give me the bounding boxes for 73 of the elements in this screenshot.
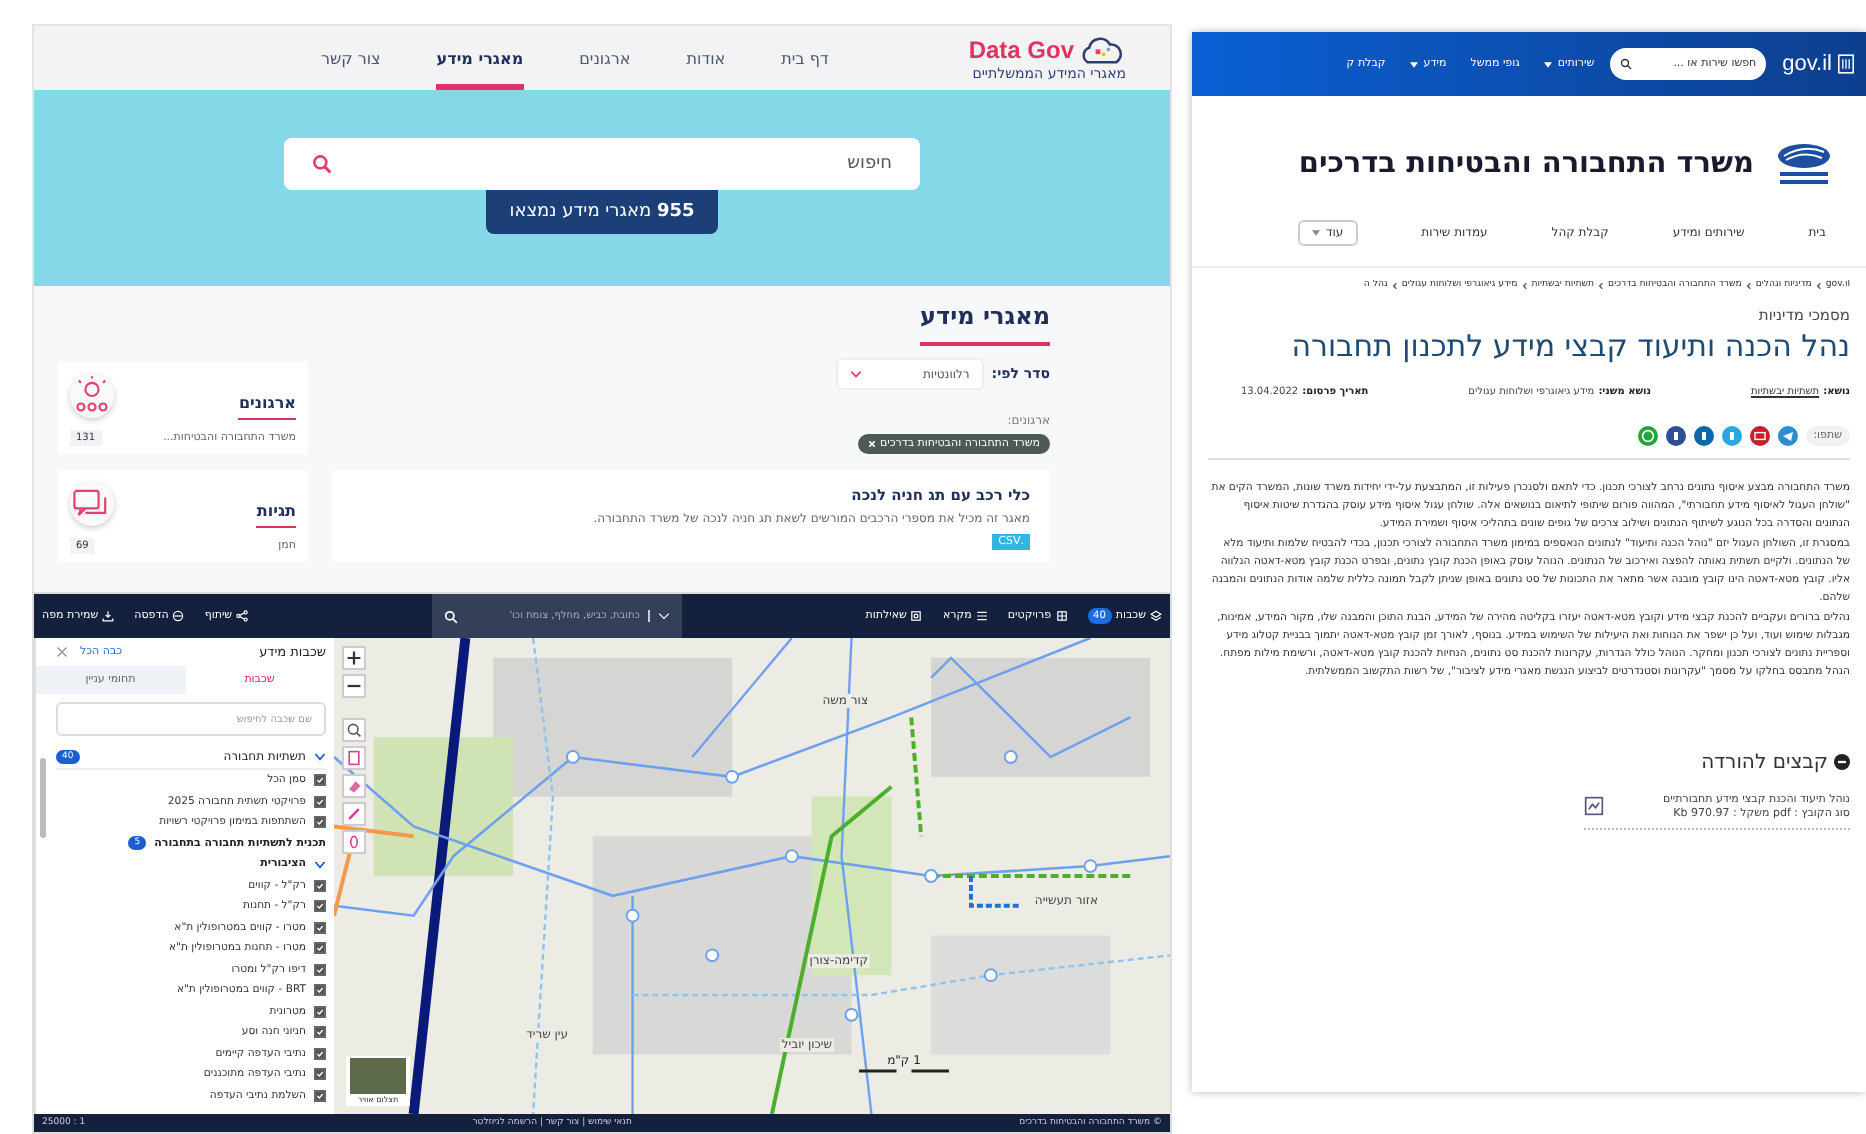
info-tool-button[interactable]	[342, 746, 366, 770]
search-icon	[1620, 58, 1633, 70]
chevron-icon	[657, 612, 670, 620]
share-icon[interactable]	[1777, 425, 1798, 446]
scale-bar-line	[854, 1068, 954, 1074]
magnifier-icon	[346, 722, 362, 738]
query-icon	[910, 610, 923, 622]
nav-tab[interactable]: דף בית	[781, 26, 829, 90]
chevron-icon	[849, 370, 862, 378]
pencil-icon	[346, 806, 362, 822]
page-title: נהל הכנה ותיעוד קבצי מידע לתכנון תחבורה	[1289, 328, 1850, 366]
chat-icon	[70, 482, 114, 526]
checkbox[interactable]	[314, 900, 326, 913]
nav-tab[interactable]: אודות	[686, 26, 726, 90]
chevron-icon	[1598, 281, 1605, 289]
checkbox[interactable]	[314, 816, 326, 829]
chevron-icon[interactable]	[314, 859, 326, 870]
checkbox[interactable]	[314, 795, 326, 808]
share-icon	[236, 610, 249, 622]
chevron-icon	[1521, 281, 1528, 289]
plus-icon	[346, 650, 362, 666]
share-icon[interactable]	[1749, 425, 1770, 446]
document-icon[interactable]	[1583, 796, 1604, 817]
checkbox[interactable]	[314, 963, 326, 976]
checkbox[interactable]	[314, 879, 326, 892]
checkbox[interactable]	[314, 774, 326, 787]
checkbox[interactable]	[314, 1005, 326, 1018]
caret-icon	[1543, 61, 1552, 67]
chevron-icon[interactable]	[314, 752, 326, 762]
nav-tab[interactable]: ארגונים	[579, 26, 631, 90]
search-icon	[443, 609, 458, 623]
people-icon	[70, 374, 114, 418]
caret-icon	[1409, 61, 1418, 67]
caret-icon	[1311, 230, 1320, 236]
ministry-logo-icon	[1774, 140, 1834, 188]
chevron-icon	[1815, 281, 1822, 289]
search-field[interactable]: חיפוש	[284, 138, 920, 190]
facet-title: תגיות	[256, 501, 296, 527]
draw-tool-button[interactable]	[342, 802, 366, 826]
checkbox[interactable]	[314, 1068, 326, 1081]
stack-icon	[1150, 610, 1162, 622]
search-icon	[312, 154, 332, 174]
checkbox[interactable]	[314, 942, 326, 955]
checkbox[interactable]	[314, 1026, 326, 1039]
checkbox[interactable]	[314, 984, 326, 997]
logo-title: Data Gov	[968, 36, 1074, 64]
eraser-icon	[346, 778, 362, 794]
download-icon	[102, 610, 115, 622]
nav-tab[interactable]: צור קשר	[320, 26, 381, 90]
grid-icon	[1055, 610, 1068, 622]
zoom-in-button[interactable]	[342, 646, 366, 670]
eraser-tool-button[interactable]	[342, 774, 366, 798]
facet-title: ארגונים	[238, 393, 296, 419]
cloud-icon	[1078, 35, 1126, 65]
collapse-icon[interactable]	[1834, 754, 1850, 771]
downloads-heading: קבצים להורדה	[1701, 751, 1828, 774]
zoom-out-button[interactable]	[342, 674, 366, 698]
section-heading: מאגרי מידע	[920, 302, 1050, 346]
share-icon[interactable]	[1693, 425, 1714, 446]
close-icon[interactable]	[56, 646, 68, 658]
chevron-icon	[1745, 281, 1752, 289]
remove-icon[interactable]	[867, 440, 876, 448]
checkbox[interactable]	[314, 921, 326, 934]
checkbox[interactable]	[314, 1047, 326, 1060]
share-icon[interactable]	[1665, 425, 1686, 446]
checkbox[interactable]	[314, 1089, 326, 1102]
site-logo[interactable]: gov.il	[1782, 52, 1832, 76]
emblem-icon	[1838, 54, 1854, 74]
ministry-name: משרד התחבורה והבטיחות בדרכים	[1298, 148, 1754, 180]
list-icon	[975, 610, 988, 622]
zoom-tool-button[interactable]	[342, 718, 366, 742]
chevron-icon	[1391, 281, 1398, 289]
marker-tool-button[interactable]	[342, 830, 366, 854]
